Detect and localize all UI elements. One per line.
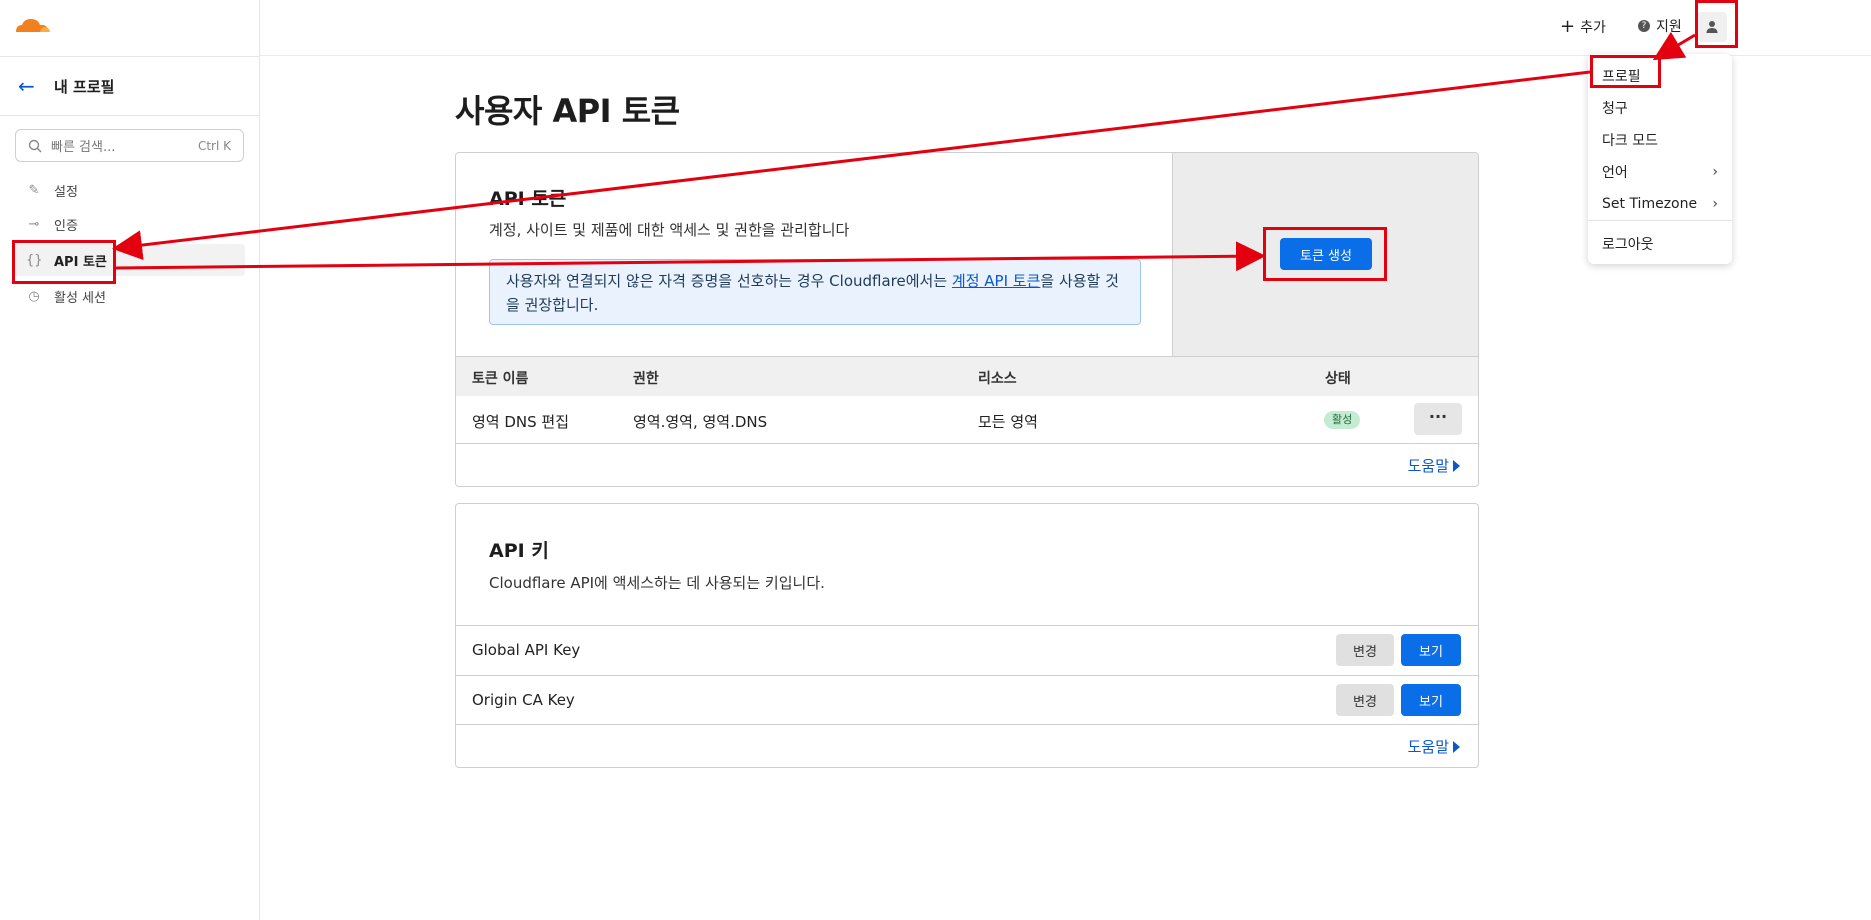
user-icon <box>1706 21 1718 33</box>
table-row: Global API Key 변경 보기 <box>456 625 1478 675</box>
status-badge: 활성 <box>1324 411 1361 429</box>
user-dropdown-menu: 프로필 청구 다크 모드 언어 › Set Timezone › 로그아웃 <box>1588 54 1732 264</box>
menu-divider <box>1588 220 1732 221</box>
sidebar-item-authentication[interactable]: ⊸ 인증 <box>13 208 245 240</box>
pencil-icon: ✎ <box>28 182 40 198</box>
column-header: 리소스 <box>978 371 1017 387</box>
create-token-button[interactable]: 토큰 생성 <box>1280 238 1372 270</box>
column-header: 토큰 이름 <box>472 371 529 387</box>
account-api-tokens-link[interactable]: 계정 API 토큰 <box>952 272 1040 290</box>
quick-search-input[interactable]: 빠른 검색... Ctrl K <box>15 129 244 162</box>
table-row: 영역 DNS 편집 영역.영역, 영역.DNS 모든 영역 활성 ··· <box>456 396 1478 444</box>
menu-item-dark-mode[interactable]: 다크 모드 <box>1588 124 1732 156</box>
help-link[interactable]: 도움말 <box>1408 736 1460 757</box>
plus-icon: + <box>1560 16 1576 37</box>
help-icon: ? <box>1638 20 1650 32</box>
sidebar-item-label: 활성 세션 <box>54 290 106 306</box>
tokens-table-header: 토큰 이름 권한 리소스 상태 <box>456 356 1478 396</box>
support-label: 지원 <box>1656 19 1682 35</box>
api-tokens-title: API 토큰 <box>489 188 567 210</box>
column-header: 권한 <box>633 371 659 387</box>
support-button[interactable]: ? 지원 <box>1638 16 1682 36</box>
search-placeholder: 빠른 검색... <box>51 140 116 155</box>
sidebar-header: ← 내 프로필 <box>0 56 259 116</box>
help-link-label: 도움말 <box>1407 738 1449 756</box>
more-options-button[interactable]: ··· <box>1414 403 1462 435</box>
cloudflare-logo[interactable] <box>12 14 52 36</box>
key-name: Global API Key <box>472 641 581 659</box>
chevron-right-icon: › <box>1712 196 1718 212</box>
key-icon: ⊸ <box>28 216 40 232</box>
search-icon <box>28 139 42 152</box>
chevron-right-icon: › <box>1712 164 1718 180</box>
sidebar: ← 내 프로필 빠른 검색... Ctrl K ✎ 설정 ⊸ 인증 {} API… <box>0 0 260 920</box>
menu-item-profile[interactable]: 프로필 <box>1588 60 1732 92</box>
key-name: Origin CA Key <box>472 691 575 709</box>
menu-item-billing[interactable]: 청구 <box>1588 92 1732 124</box>
sidebar-item-settings[interactable]: ✎ 설정 <box>13 174 245 206</box>
menu-item-label: 프로필 <box>1602 69 1641 85</box>
menu-item-label: 언어 <box>1602 165 1628 181</box>
caret-right-icon <box>1453 740 1460 753</box>
api-keys-card: API 키 Cloudflare API에 액세스하는 데 사용되는 키입니다.… <box>455 503 1479 768</box>
api-tokens-description: 계정, 사이트 및 제품에 대한 액세스 및 권한을 관리합니다 <box>489 221 850 239</box>
menu-item-label: 다크 모드 <box>1602 133 1658 149</box>
api-keys-title: API 키 <box>489 540 549 562</box>
view-key-button[interactable]: 보기 <box>1401 634 1461 666</box>
help-link-label: 도움말 <box>1407 457 1449 475</box>
user-menu-button[interactable] <box>1697 12 1727 42</box>
info-notice: 사용자와 연결되지 않은 자격 증명을 선호하는 경우 Cloudflare에서… <box>489 259 1141 325</box>
menu-item-language[interactable]: 언어 › <box>1588 156 1732 188</box>
token-name: 영역 DNS 편집 <box>472 413 570 431</box>
clock-icon: ◷ <box>28 288 40 304</box>
menu-item-logout[interactable]: 로그아웃 <box>1588 228 1732 260</box>
search-shortcut: Ctrl K <box>197 138 231 153</box>
arrow-left-icon[interactable]: ← <box>18 76 38 96</box>
menu-item-label: 로그아웃 <box>1602 237 1654 253</box>
table-row: Origin CA Key 변경 보기 <box>456 675 1478 725</box>
menu-item-label: 청구 <box>1602 101 1628 117</box>
help-link[interactable]: 도움말 <box>1408 455 1460 476</box>
api-keys-description: Cloudflare API에 액세스하는 데 사용되는 키입니다. <box>489 574 825 592</box>
sidebar-item-active-sessions[interactable]: ◷ 활성 세션 <box>13 280 245 312</box>
sidebar-title: 내 프로필 <box>54 77 115 96</box>
sidebar-item-label: 인증 <box>54 218 78 234</box>
menu-item-label: Set Timezone <box>1602 196 1698 212</box>
change-key-button[interactable]: 변경 <box>1336 634 1394 666</box>
api-tokens-intro: API 토큰 계정, 사이트 및 제품에 대한 액세스 및 권한을 관리합니다 … <box>456 153 1172 356</box>
token-permissions: 영역.영역, 영역.DNS <box>633 413 768 431</box>
caret-right-icon <box>1453 459 1460 472</box>
view-key-button[interactable]: 보기 <box>1401 684 1461 716</box>
menu-item-timezone[interactable]: Set Timezone › <box>1588 188 1732 220</box>
api-tokens-card: API 토큰 계정, 사이트 및 제품에 대한 액세스 및 권한을 관리합니다 … <box>455 152 1479 487</box>
sidebar-item-api-tokens[interactable]: {} API 토큰 <box>13 244 245 276</box>
braces-icon: {} <box>26 252 43 268</box>
add-label: 추가 <box>1580 19 1606 36</box>
add-button[interactable]: + 추가 <box>1560 16 1606 37</box>
notice-text: 사용자와 연결되지 않은 자격 증명을 선호하는 경우 Cloudflare에서… <box>506 272 952 290</box>
token-resources: 모든 영역 <box>978 413 1038 431</box>
column-header: 상태 <box>1325 371 1351 387</box>
sidebar-item-label: API 토큰 <box>54 254 107 270</box>
page-title: 사용자 API 토큰 <box>455 92 680 130</box>
change-key-button[interactable]: 변경 <box>1336 684 1394 716</box>
sidebar-item-label: 설정 <box>54 184 78 200</box>
top-bar: + 추가 ? 지원 <box>260 0 1871 56</box>
